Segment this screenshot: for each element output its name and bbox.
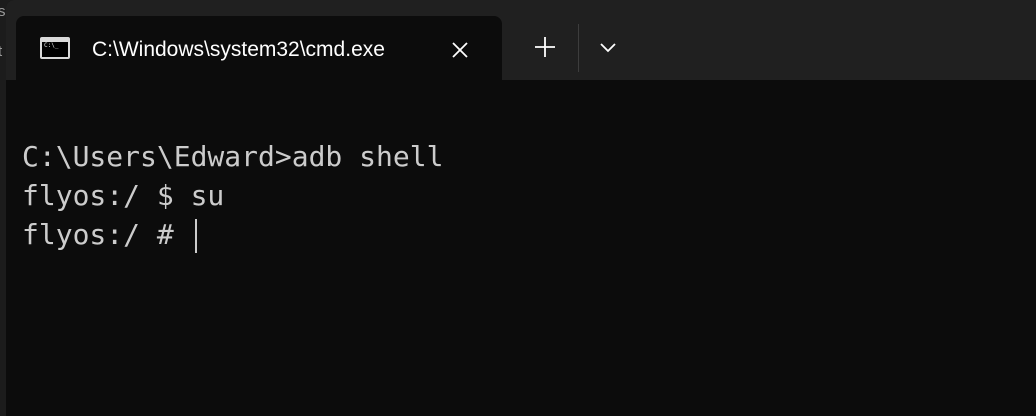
backdrop-char: s [0, 3, 6, 20]
tab-close-button[interactable] [446, 36, 474, 64]
close-icon [452, 42, 468, 58]
text-cursor [194, 219, 197, 253]
terminal-window: C:\_ C:\Windows\system32\cmd.exe C:\User… [6, 0, 1036, 416]
command-prompt-icon-glyph: C:\_ [44, 42, 59, 49]
chevron-down-icon [600, 43, 616, 53]
plus-icon [535, 37, 555, 57]
title-bar[interactable]: C:\_ C:\Windows\system32\cmd.exe [6, 0, 1036, 80]
titlebar-divider [578, 24, 579, 72]
terminal-line: flyos:/ $ su [22, 179, 225, 212]
command-prompt-icon: C:\_ [40, 37, 70, 59]
backdrop-char: t [0, 43, 3, 60]
terminal-output[interactable]: C:\Users\Edward>adb shell flyos:/ $ su f… [6, 80, 1036, 416]
tab-dropdown-button[interactable] [590, 31, 626, 63]
terminal-prompt: flyos:/ # [22, 218, 191, 251]
terminal-prompt-line[interactable]: flyos:/ # [22, 215, 1036, 254]
terminal-line: C:\Users\Edward>adb shell [22, 140, 444, 173]
new-tab-button[interactable] [527, 31, 563, 63]
tab-title: C:\Windows\system32\cmd.exe [92, 38, 385, 61]
tab-cmd[interactable]: C:\_ C:\Windows\system32\cmd.exe [16, 16, 502, 80]
